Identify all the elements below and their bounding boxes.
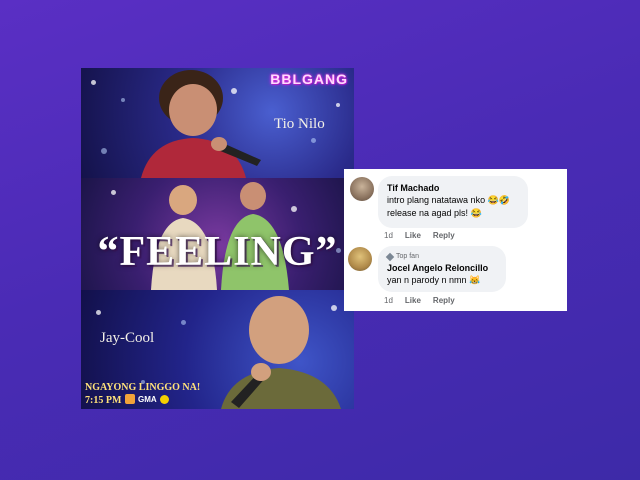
singer-name-top: Tio Nilo	[274, 116, 325, 132]
sparkle	[96, 310, 101, 315]
comment-actions: 1d Like Reply	[384, 296, 455, 305]
comment-text-line: release na agad pls! 😂	[387, 208, 482, 218]
sparkle	[111, 190, 116, 195]
comment-time[interactable]: 1d	[384, 296, 393, 305]
poster-panel-top: BBLGANG Tio Nilo	[81, 68, 354, 178]
like-button[interactable]: Like	[405, 231, 421, 240]
comment-bubble: Top fan Jocel Angelo Reloncillo yan n pa…	[378, 246, 506, 292]
show-poster: BBLGANG Tio Nilo “FEELING” Jay-Cool NGAY…	[81, 68, 354, 409]
comment-author[interactable]: Tif Machado	[387, 182, 519, 194]
sparkle	[181, 320, 186, 325]
sparkle	[336, 103, 340, 107]
badge-label: Top fan	[396, 253, 419, 260]
comment-bubble: Tif Machado intro plang natatawa nko 😂🤣 …	[378, 176, 528, 228]
avatar[interactable]	[348, 247, 372, 271]
gtv-logo-icon	[125, 394, 135, 404]
gma-logo: GMA	[138, 394, 157, 404]
comment-time[interactable]: 1d	[384, 231, 393, 240]
diamond-icon	[385, 252, 395, 262]
comment-author[interactable]: Jocel Angelo Reloncillo	[387, 262, 497, 274]
singer-jay-photo	[221, 296, 341, 409]
comments-card: Tif Machado intro plang natatawa nko 😂🤣 …	[344, 169, 567, 311]
sparkle	[311, 138, 316, 143]
song-title: “FEELING”	[97, 229, 338, 275]
top-fan-badge: Top fan	[385, 252, 497, 262]
reply-button[interactable]: Reply	[433, 231, 455, 240]
singer-name-bottom: Jay-Cool	[100, 330, 155, 346]
airing-time: 7:15 PM	[85, 395, 122, 406]
comment-text-line: yan n parody n nmn 😹	[387, 275, 481, 285]
sparkle	[101, 148, 107, 154]
airing-day: NGAYONG LINGGO NA!	[85, 382, 201, 393]
avatar[interactable]	[350, 177, 374, 201]
sparkle	[91, 80, 96, 85]
network-logos: GMA	[125, 393, 169, 405]
comment-actions: 1d Like Reply	[384, 231, 455, 240]
rating-badge-icon	[159, 394, 169, 404]
show-logo: BBLGANG	[270, 71, 348, 87]
like-button[interactable]: Like	[405, 296, 421, 305]
comment-text-line: intro plang natatawa nko 😂🤣	[387, 195, 510, 205]
reply-button[interactable]: Reply	[433, 296, 455, 305]
